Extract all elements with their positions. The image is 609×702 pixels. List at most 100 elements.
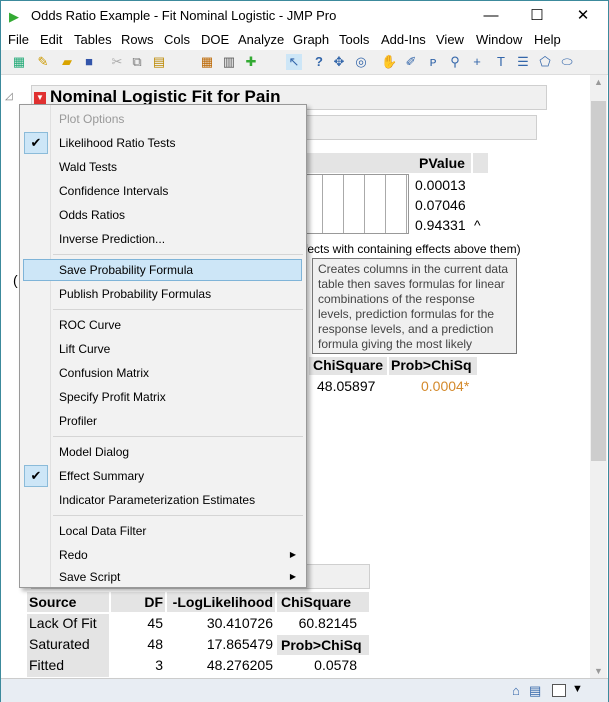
help-icon[interactable]: ? bbox=[311, 54, 327, 70]
menu-window[interactable]: Window bbox=[476, 32, 522, 47]
chisq-header: ChiSquare bbox=[309, 357, 387, 375]
lasso-icon[interactable]: ᴘ bbox=[425, 54, 441, 70]
col-chisq: ChiSquare bbox=[277, 592, 369, 612]
scroll-down-icon[interactable]: ▼ bbox=[594, 666, 603, 676]
new-script-icon[interactable]: ✎ bbox=[35, 54, 51, 70]
save-script-label: Save Script bbox=[59, 570, 121, 584]
menu-separator bbox=[53, 309, 303, 310]
col-df: DF bbox=[111, 592, 165, 612]
menu-item-local-data-filter[interactable]: Local Data Filter bbox=[20, 520, 306, 542]
prob-chisq-subheader: Prob>ChiSq bbox=[277, 635, 369, 655]
menu-item-specify-profit-matrix[interactable]: Specify Profit Matrix bbox=[20, 386, 306, 408]
crosshair-icon[interactable]: ✥ bbox=[331, 54, 347, 70]
minimize-button[interactable]: — bbox=[471, 5, 511, 27]
menu-item-confidence-intervals[interactable]: Confidence Intervals bbox=[20, 180, 306, 202]
cut-icon[interactable]: ✂ bbox=[109, 54, 125, 70]
row-prob: 0.0578 bbox=[314, 657, 357, 673]
row-df: 48 bbox=[147, 636, 163, 652]
menu-item-effect-summary[interactable]: Effect Summary bbox=[20, 465, 306, 487]
menu-item-model-dialog[interactable]: Model Dialog bbox=[20, 441, 306, 463]
menu-graph[interactable]: Graph bbox=[293, 32, 329, 47]
clipped-text: ( bbox=[13, 272, 18, 288]
menu-item-confusion-matrix[interactable]: Confusion Matrix bbox=[20, 362, 306, 384]
target-icon[interactable]: ◎ bbox=[353, 54, 369, 70]
menu-cols[interactable]: Cols bbox=[164, 32, 190, 47]
effects-footnote: fects with containing effects above them… bbox=[304, 242, 521, 256]
new-data-table-icon[interactable]: ▦ bbox=[11, 54, 27, 70]
menu-add-ins[interactable]: Add-Ins bbox=[381, 32, 426, 47]
save-icon[interactable]: ■ bbox=[81, 54, 97, 70]
menu-item-publish-probability-formulas[interactable]: Publish Probability Formulas bbox=[20, 283, 306, 305]
menu-help[interactable]: Help bbox=[534, 32, 561, 47]
selection-box-icon[interactable] bbox=[552, 684, 566, 697]
menu-item-likelihood-ratio-tests[interactable]: Likelihood Ratio Tests bbox=[20, 132, 306, 154]
chisq-value: 48.05897 bbox=[317, 378, 376, 394]
menu-doe[interactable]: DOE bbox=[201, 32, 229, 47]
line-icon[interactable]: ☰ bbox=[515, 54, 531, 70]
red-triangle-menu-icon[interactable]: ▼ bbox=[34, 92, 46, 104]
open-folder-icon[interactable]: ▰ bbox=[59, 54, 75, 70]
column-icon[interactable]: ▥ bbox=[221, 54, 237, 70]
add-rows-icon[interactable]: ✚ bbox=[243, 54, 259, 70]
window-title: Odds Ratio Example - Fit Nominal Logisti… bbox=[31, 8, 337, 23]
submenu-arrow-icon: ▶ bbox=[289, 550, 296, 559]
scroll-up-icon[interactable]: ▲ bbox=[594, 77, 603, 87]
redo-label: Redo bbox=[59, 548, 88, 562]
menu-item-wald-tests[interactable]: Wald Tests bbox=[20, 156, 306, 178]
polygon-icon[interactable]: ⬠ bbox=[537, 54, 553, 70]
row-source: Lack Of Fit bbox=[29, 615, 97, 631]
row-loglik: 30.410726 bbox=[206, 615, 273, 631]
caret-marker: ^ bbox=[474, 217, 481, 233]
arrow-select-icon[interactable]: ↖ bbox=[286, 54, 302, 70]
home-icon[interactable]: ⌂ bbox=[512, 683, 520, 698]
menu-item-indicator-parameterization[interactable]: Indicator Parameterization Estimates bbox=[20, 489, 306, 511]
row-source: Saturated bbox=[29, 636, 90, 652]
text-annotation-icon[interactable]: T bbox=[493, 54, 509, 70]
brush-icon[interactable]: ✐ bbox=[403, 54, 419, 70]
tooltip: Creates columns in the current data tabl… bbox=[312, 258, 517, 354]
menu-file[interactable]: File bbox=[8, 32, 29, 47]
col-loglik: -LogLikelihood bbox=[167, 592, 275, 612]
ellipse-icon[interactable]: ⬭ bbox=[559, 54, 575, 70]
pvalue-2: 0.07046 bbox=[415, 197, 466, 213]
disclosure-triangle-icon[interactable]: ◿ bbox=[5, 91, 13, 102]
header-spacer bbox=[473, 153, 488, 173]
menu-tools[interactable]: Tools bbox=[339, 32, 369, 47]
scrollbar-thumb[interactable] bbox=[591, 101, 606, 461]
row-chisq: 60.82145 bbox=[298, 615, 357, 631]
menu-item-roc-curve[interactable]: ROC Curve bbox=[20, 314, 306, 336]
toolbar: ▦ ✎ ▰ ■ ✂ ⧉ ▤ ▦ ▥ ✚ ↖ ? ✥ ◎ ✋ ✐ ᴘ ⚲ + T … bbox=[1, 50, 608, 75]
data-grid-icon[interactable]: ▦ bbox=[199, 54, 215, 70]
menu-item-redo[interactable]: Redo ▶ bbox=[20, 544, 306, 566]
magnifier-icon[interactable]: ⚲ bbox=[447, 54, 463, 70]
col-source: Source bbox=[27, 592, 109, 612]
maximize-button[interactable]: ☐ bbox=[517, 5, 557, 27]
menu-item-odds-ratios[interactable]: Odds Ratios bbox=[20, 204, 306, 226]
pvalue-header: PValue bbox=[409, 153, 471, 173]
menu-item-save-script[interactable]: Save Script ▶ bbox=[20, 566, 306, 588]
close-button[interactable]: ✕ bbox=[563, 5, 603, 27]
menu-analyze[interactable]: Analyze bbox=[238, 32, 284, 47]
prob-chisq-value: 0.0004* bbox=[421, 378, 470, 394]
paste-icon[interactable]: ▤ bbox=[151, 54, 167, 70]
title-bar: ▶ Odds Ratio Example - Fit Nominal Logis… bbox=[1, 1, 608, 31]
menu-item-save-probability-formula[interactable]: Save Probability Formula bbox=[23, 259, 302, 281]
pvalue-plot bbox=[301, 174, 409, 234]
window-list-icon[interactable]: ▤ bbox=[529, 683, 541, 699]
menu-tables[interactable]: Tables bbox=[74, 32, 112, 47]
menu-edit[interactable]: Edit bbox=[40, 32, 62, 47]
menu-item-plot-options: Plot Options bbox=[59, 112, 125, 126]
row-source: Fitted bbox=[29, 657, 65, 673]
hand-icon[interactable]: ✋ bbox=[381, 54, 397, 70]
effects-header-bar bbox=[301, 153, 409, 173]
menu-separator bbox=[53, 436, 303, 437]
plus-icon[interactable]: + bbox=[469, 54, 485, 70]
dropdown-arrow-icon[interactable]: ▼ bbox=[572, 683, 583, 695]
copy-icon[interactable]: ⧉ bbox=[129, 54, 145, 70]
menu-item-inverse-prediction[interactable]: Inverse Prediction... bbox=[20, 228, 306, 250]
menu-item-lift-curve[interactable]: Lift Curve bbox=[20, 338, 306, 360]
menu-view[interactable]: View bbox=[436, 32, 464, 47]
menu-item-profiler[interactable]: Profiler bbox=[20, 410, 306, 432]
row-df: 3 bbox=[155, 657, 163, 673]
menu-rows[interactable]: Rows bbox=[121, 32, 154, 47]
